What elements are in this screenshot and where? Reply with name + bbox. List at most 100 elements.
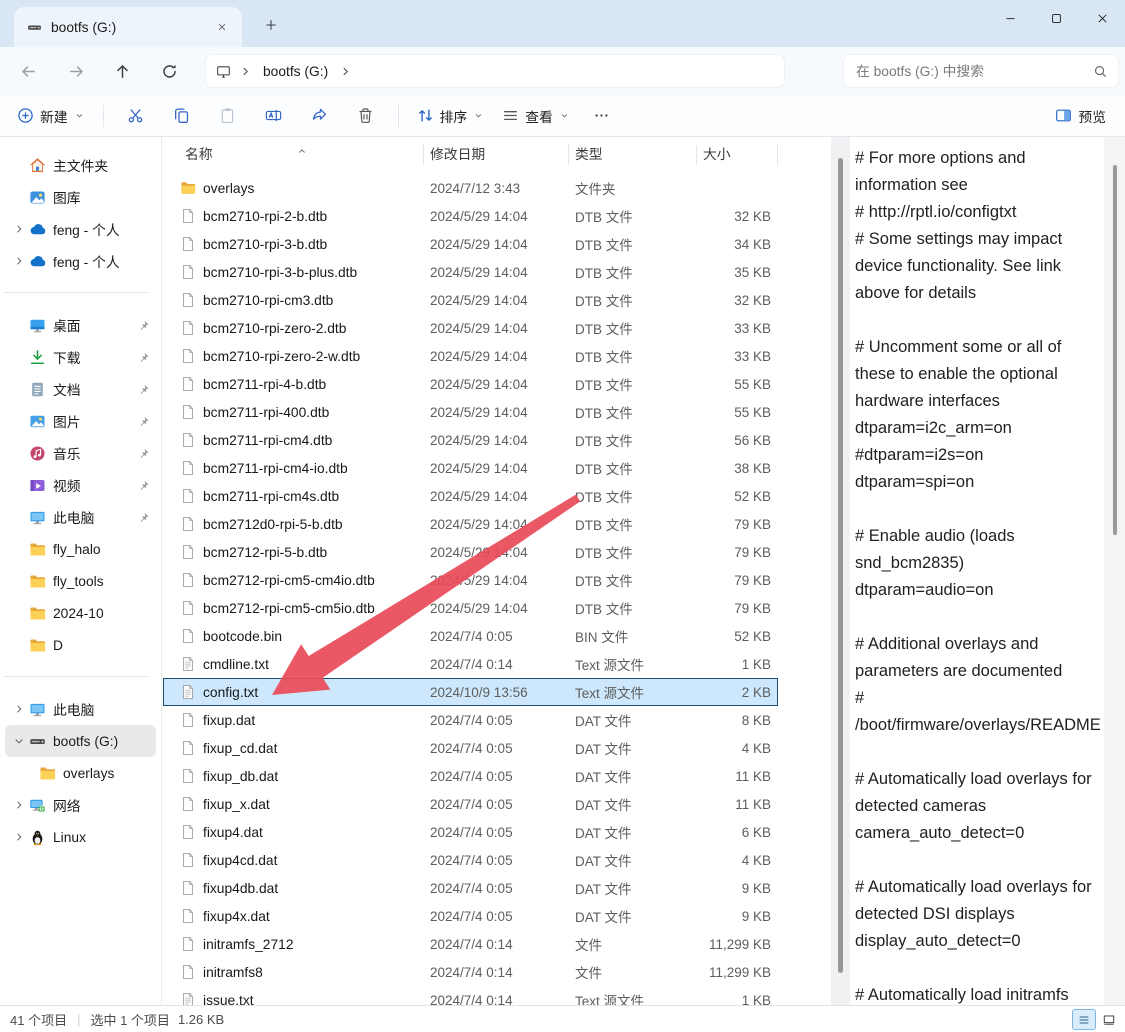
forward-button[interactable] (58, 53, 94, 89)
file-row[interactable]: bcm2712-rpi-cm5-cm4io.dtb2024/5/29 14:04… (163, 566, 778, 594)
more-options-button[interactable] (579, 99, 625, 133)
column-header-name[interactable]: 名称 (163, 145, 424, 165)
sidebar-item-thispc[interactable]: 此电脑 (5, 693, 156, 725)
search-box[interactable] (843, 54, 1119, 88)
maximize-button[interactable] (1033, 0, 1079, 36)
sidebar-item-documents[interactable]: 文档 (5, 373, 156, 405)
up-button[interactable] (104, 53, 140, 89)
address-bar[interactable]: bootfs (G:) (205, 54, 785, 88)
file-row[interactable]: bcm2710-rpi-3-b.dtb2024/5/29 14:04DTB 文件… (163, 230, 778, 258)
filelist-scrollbar-thumb[interactable] (838, 158, 843, 973)
filelist-scrollbar[interactable] (831, 137, 850, 1005)
file-row[interactable]: bcm2710-rpi-2-b.dtb2024/5/29 14:04DTB 文件… (163, 202, 778, 230)
toolbar-divider (103, 105, 104, 127)
back-button[interactable] (10, 53, 46, 89)
chevron-right-icon[interactable] (9, 221, 29, 237)
paste-button[interactable] (205, 99, 251, 133)
file-row[interactable]: fixup.dat2024/7/4 0:05DAT 文件8 KB (163, 706, 778, 734)
column-header-size[interactable]: 大小 (697, 145, 778, 165)
chevron-right-icon[interactable] (9, 829, 29, 845)
sort-button[interactable]: 排序 (408, 99, 494, 133)
large-icons-view-button[interactable] (1097, 1009, 1121, 1030)
sidebar-item-overlays[interactable]: overlays (5, 757, 156, 789)
file-row[interactable]: bcm2711-rpi-cm4-io.dtb2024/5/29 14:04DTB… (163, 454, 778, 482)
sidebar-item-fly-halo[interactable]: fly_halo (5, 533, 156, 565)
file-row[interactable]: fixup4db.dat2024/7/4 0:05DAT 文件9 KB (163, 874, 778, 902)
sidebar-item-thispc-pinned[interactable]: 此电脑 (5, 501, 156, 533)
column-header-date[interactable]: 修改日期 (424, 145, 569, 165)
file-row[interactable]: fixup_cd.dat2024/7/4 0:05DAT 文件4 KB (163, 734, 778, 762)
close-button[interactable] (1079, 0, 1125, 36)
folder-icon (29, 573, 53, 590)
file-date: 2024/7/4 0:05 (424, 797, 569, 812)
file-row[interactable]: bcm2710-rpi-cm3.dtb2024/5/29 14:04DTB 文件… (163, 286, 778, 314)
tab-close-icon[interactable] (210, 15, 234, 39)
file-row[interactable]: fixup4x.dat2024/7/4 0:05DAT 文件9 KB (163, 902, 778, 930)
file-row[interactable]: bcm2712d0-rpi-5-b.dtb2024/5/29 14:04DTB … (163, 510, 778, 538)
share-button[interactable] (297, 99, 343, 133)
sidebar-item-desktop[interactable]: 桌面 (5, 309, 156, 341)
preview-scrollbar-thumb[interactable] (1113, 165, 1117, 535)
chevron-right-icon[interactable] (9, 701, 29, 717)
file-row[interactable]: overlays2024/7/12 3:43文件夹 (163, 174, 778, 202)
sidebar-item-linux[interactable]: Linux (5, 821, 156, 853)
cut-button[interactable] (113, 99, 159, 133)
folder-icon (29, 605, 53, 622)
refresh-button[interactable] (151, 53, 187, 89)
file-row[interactable]: bcm2711-rpi-400.dtb2024/5/29 14:04DTB 文件… (163, 398, 778, 426)
chevron-down-icon[interactable] (9, 733, 29, 749)
chevron-right-icon[interactable] (9, 253, 29, 269)
pin-icon (137, 479, 153, 492)
preview-scrollbar[interactable] (1104, 137, 1125, 1005)
file-size: 79 KB (697, 517, 778, 532)
sidebar-item-onedrive-personal-2[interactable]: feng - 个人 (5, 245, 156, 277)
file-row[interactable]: cmdline.txt2024/7/4 0:14Text 源文件1 KB (163, 650, 778, 678)
sidebar-item-onedrive-personal-1[interactable]: feng - 个人 (5, 213, 156, 245)
file-name-cell: config.txt (163, 684, 424, 700)
file-row[interactable]: bcm2710-rpi-3-b-plus.dtb2024/5/29 14:04D… (163, 258, 778, 286)
new-tab-button[interactable] (258, 14, 284, 36)
chevron-right-icon[interactable] (9, 797, 29, 813)
file-row[interactable]: bcm2711-rpi-cm4s.dtb2024/5/29 14:04DTB 文… (163, 482, 778, 510)
file-row[interactable]: bootcode.bin2024/7/4 0:05BIN 文件52 KB (163, 622, 778, 650)
view-button[interactable]: 查看 (493, 99, 579, 133)
sidebar-item-videos[interactable]: 视频 (5, 469, 156, 501)
file-row[interactable]: fixup_db.dat2024/7/4 0:05DAT 文件11 KB (163, 762, 778, 790)
file-row[interactable]: bcm2711-rpi-4-b.dtb2024/5/29 14:04DTB 文件… (163, 370, 778, 398)
file-row[interactable]: bcm2710-rpi-zero-2.dtb2024/5/29 14:04DTB… (163, 314, 778, 342)
breadcrumb-drive[interactable]: bootfs (G:) (263, 64, 328, 79)
file-row[interactable]: fixup_x.dat2024/7/4 0:05DAT 文件11 KB (163, 790, 778, 818)
sidebar-item-2024-10[interactable]: 2024-10 (5, 597, 156, 629)
copy-button[interactable] (159, 99, 205, 133)
file-row[interactable]: fixup4cd.dat2024/7/4 0:05DAT 文件4 KB (163, 846, 778, 874)
file-row[interactable]: initramfs_27122024/7/4 0:14文件11,299 KB (163, 930, 778, 958)
sidebar-item-downloads[interactable]: 下载 (5, 341, 156, 373)
file-row[interactable]: bcm2710-rpi-zero-2-w.dtb2024/5/29 14:04D… (163, 342, 778, 370)
sidebar-item-label: 音乐 (53, 443, 137, 463)
sidebar-item-fly-tools[interactable]: fly_tools (5, 565, 156, 597)
search-input[interactable] (854, 63, 1093, 80)
file-row[interactable]: bcm2712-rpi-5-b.dtb2024/5/29 14:04DTB 文件… (163, 538, 778, 566)
sidebar-item-music[interactable]: 音乐 (5, 437, 156, 469)
file-row[interactable]: issue.txt2024/7/4 0:14Text 源文件1 KB (163, 986, 778, 1005)
file-row[interactable]: fixup4.dat2024/7/4 0:05DAT 文件6 KB (163, 818, 778, 846)
delete-button[interactable] (343, 99, 389, 133)
minimize-button[interactable] (987, 0, 1033, 36)
sidebar-item-home[interactable]: 主文件夹 (5, 149, 156, 181)
file-row[interactable]: config.txt2024/10/9 13:56Text 源文件2 KB (163, 678, 778, 706)
sidebar-item-bootfs-g[interactable]: bootfs (G:) (5, 725, 156, 757)
details-view-button[interactable] (1072, 1009, 1096, 1030)
sidebar-item-network[interactable]: 网络 (5, 789, 156, 821)
column-header-type[interactable]: 类型 (569, 145, 697, 165)
file-row[interactable]: bcm2711-rpi-cm4.dtb2024/5/29 14:04DTB 文件… (163, 426, 778, 454)
new-button[interactable]: 新建 (8, 99, 94, 133)
tab-bootfs[interactable]: bootfs (G:) (14, 7, 242, 47)
preview-toggle-button[interactable]: 预览 (1046, 99, 1115, 133)
sidebar-item-gallery[interactable]: 图库 (5, 181, 156, 213)
file-row[interactable]: bcm2712-rpi-cm5-cm5io.dtb2024/5/29 14:04… (163, 594, 778, 622)
file-row[interactable]: initramfs82024/7/4 0:14文件11,299 KB (163, 958, 778, 986)
sidebar-item-pictures[interactable]: 图片 (5, 405, 156, 437)
sidebar-item-d[interactable]: D (5, 629, 156, 661)
file-date: 2024/7/4 0:14 (424, 993, 569, 1006)
rename-button[interactable] (251, 99, 297, 133)
